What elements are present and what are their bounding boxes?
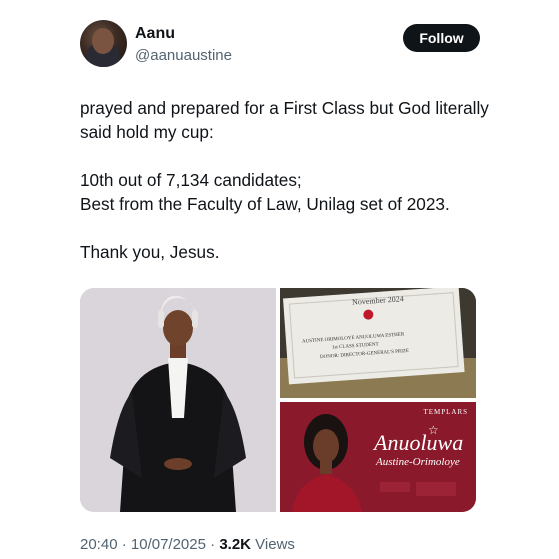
poster-first-name: Anuoluwa: [374, 430, 464, 455]
follow-button[interactable]: Follow: [403, 24, 480, 52]
tweet-line: Best from the Faculty of Law, Unilag set…: [80, 194, 450, 214]
separator: ·: [121, 536, 127, 553]
tweet-meta: 20:40 · 10/07/2025 · 3.2K Views: [80, 536, 295, 553]
separator: ·: [210, 536, 216, 553]
views-label: Views: [255, 536, 295, 553]
graduate-illustration: [80, 288, 276, 512]
media-grid: November 2024 AUSTINE ORIMOLOYE ANUOLUWA…: [80, 288, 476, 512]
tweet-line: 10th out of 7,134 candidates;: [80, 170, 302, 190]
tweet-line: Thank you, Jesus.: [80, 242, 220, 262]
photo-graduate[interactable]: [80, 288, 276, 512]
poster-last-name: Austine-Orimoloye: [376, 456, 460, 468]
poster-brand: TEMPLARS: [423, 408, 468, 416]
tweet-time[interactable]: 20:40: [80, 536, 118, 553]
author-handle[interactable]: @aanuaustine: [135, 47, 232, 64]
views-count: 3.2K: [219, 536, 251, 553]
author-name[interactable]: Aanu: [135, 25, 175, 43]
tweet-header: Aanu @aanuaustine Follow: [80, 20, 480, 70]
photo-poster[interactable]: ☆ TEMPLARS Anuoluwa Austine-Orimoloye: [280, 402, 476, 512]
tweet-line: prayed and prepared for a First Class bu…: [80, 98, 489, 142]
photo-certificate[interactable]: November 2024 AUSTINE ORIMOLOYE ANUOLUWA…: [280, 288, 476, 398]
avatar[interactable]: [80, 20, 127, 67]
tweet-text: prayed and prepared for a First Class bu…: [80, 96, 500, 264]
tweet-date[interactable]: 10/07/2025: [131, 536, 206, 553]
